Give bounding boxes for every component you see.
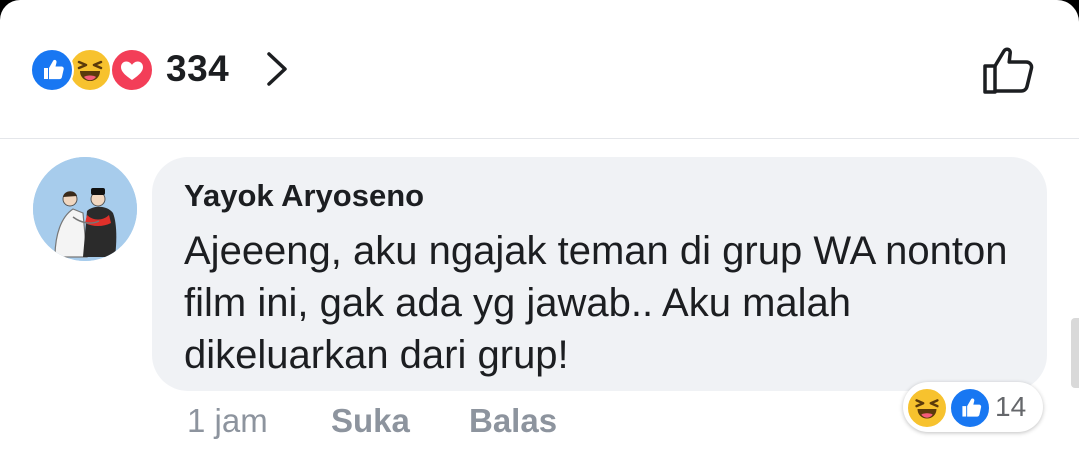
haha-icon (906, 387, 948, 429)
comments-sheet: 334 Yayok Aryoseno Ajeeeng, aku ngajak t… (0, 0, 1079, 458)
scrollbar[interactable] (1071, 318, 1079, 388)
comment-text: Ajeeeng, aku ngajak teman di grup WA non… (184, 229, 1008, 377)
love-icon (110, 48, 154, 92)
comment-reaction-count: 14 (995, 391, 1027, 422)
like-comment-button[interactable]: Suka (331, 398, 410, 444)
avatar[interactable] (33, 157, 137, 261)
chevron-right-icon[interactable] (262, 50, 292, 88)
reply-button[interactable]: Balas (469, 398, 557, 444)
comment-author[interactable]: Yayok Aryoseno (184, 176, 424, 216)
comment-timestamp: 1 jam (187, 402, 268, 439)
reactions-summary-bar[interactable]: 334 (0, 0, 1079, 139)
thumbs-up-icon[interactable] (980, 42, 1038, 98)
reaction-count[interactable]: 334 (166, 48, 229, 90)
reaction-icons[interactable] (30, 48, 160, 92)
like-icon (949, 387, 991, 429)
comment-reactions[interactable]: 14 (903, 382, 1043, 432)
haha-icon (68, 48, 112, 92)
like-icon (30, 48, 74, 92)
